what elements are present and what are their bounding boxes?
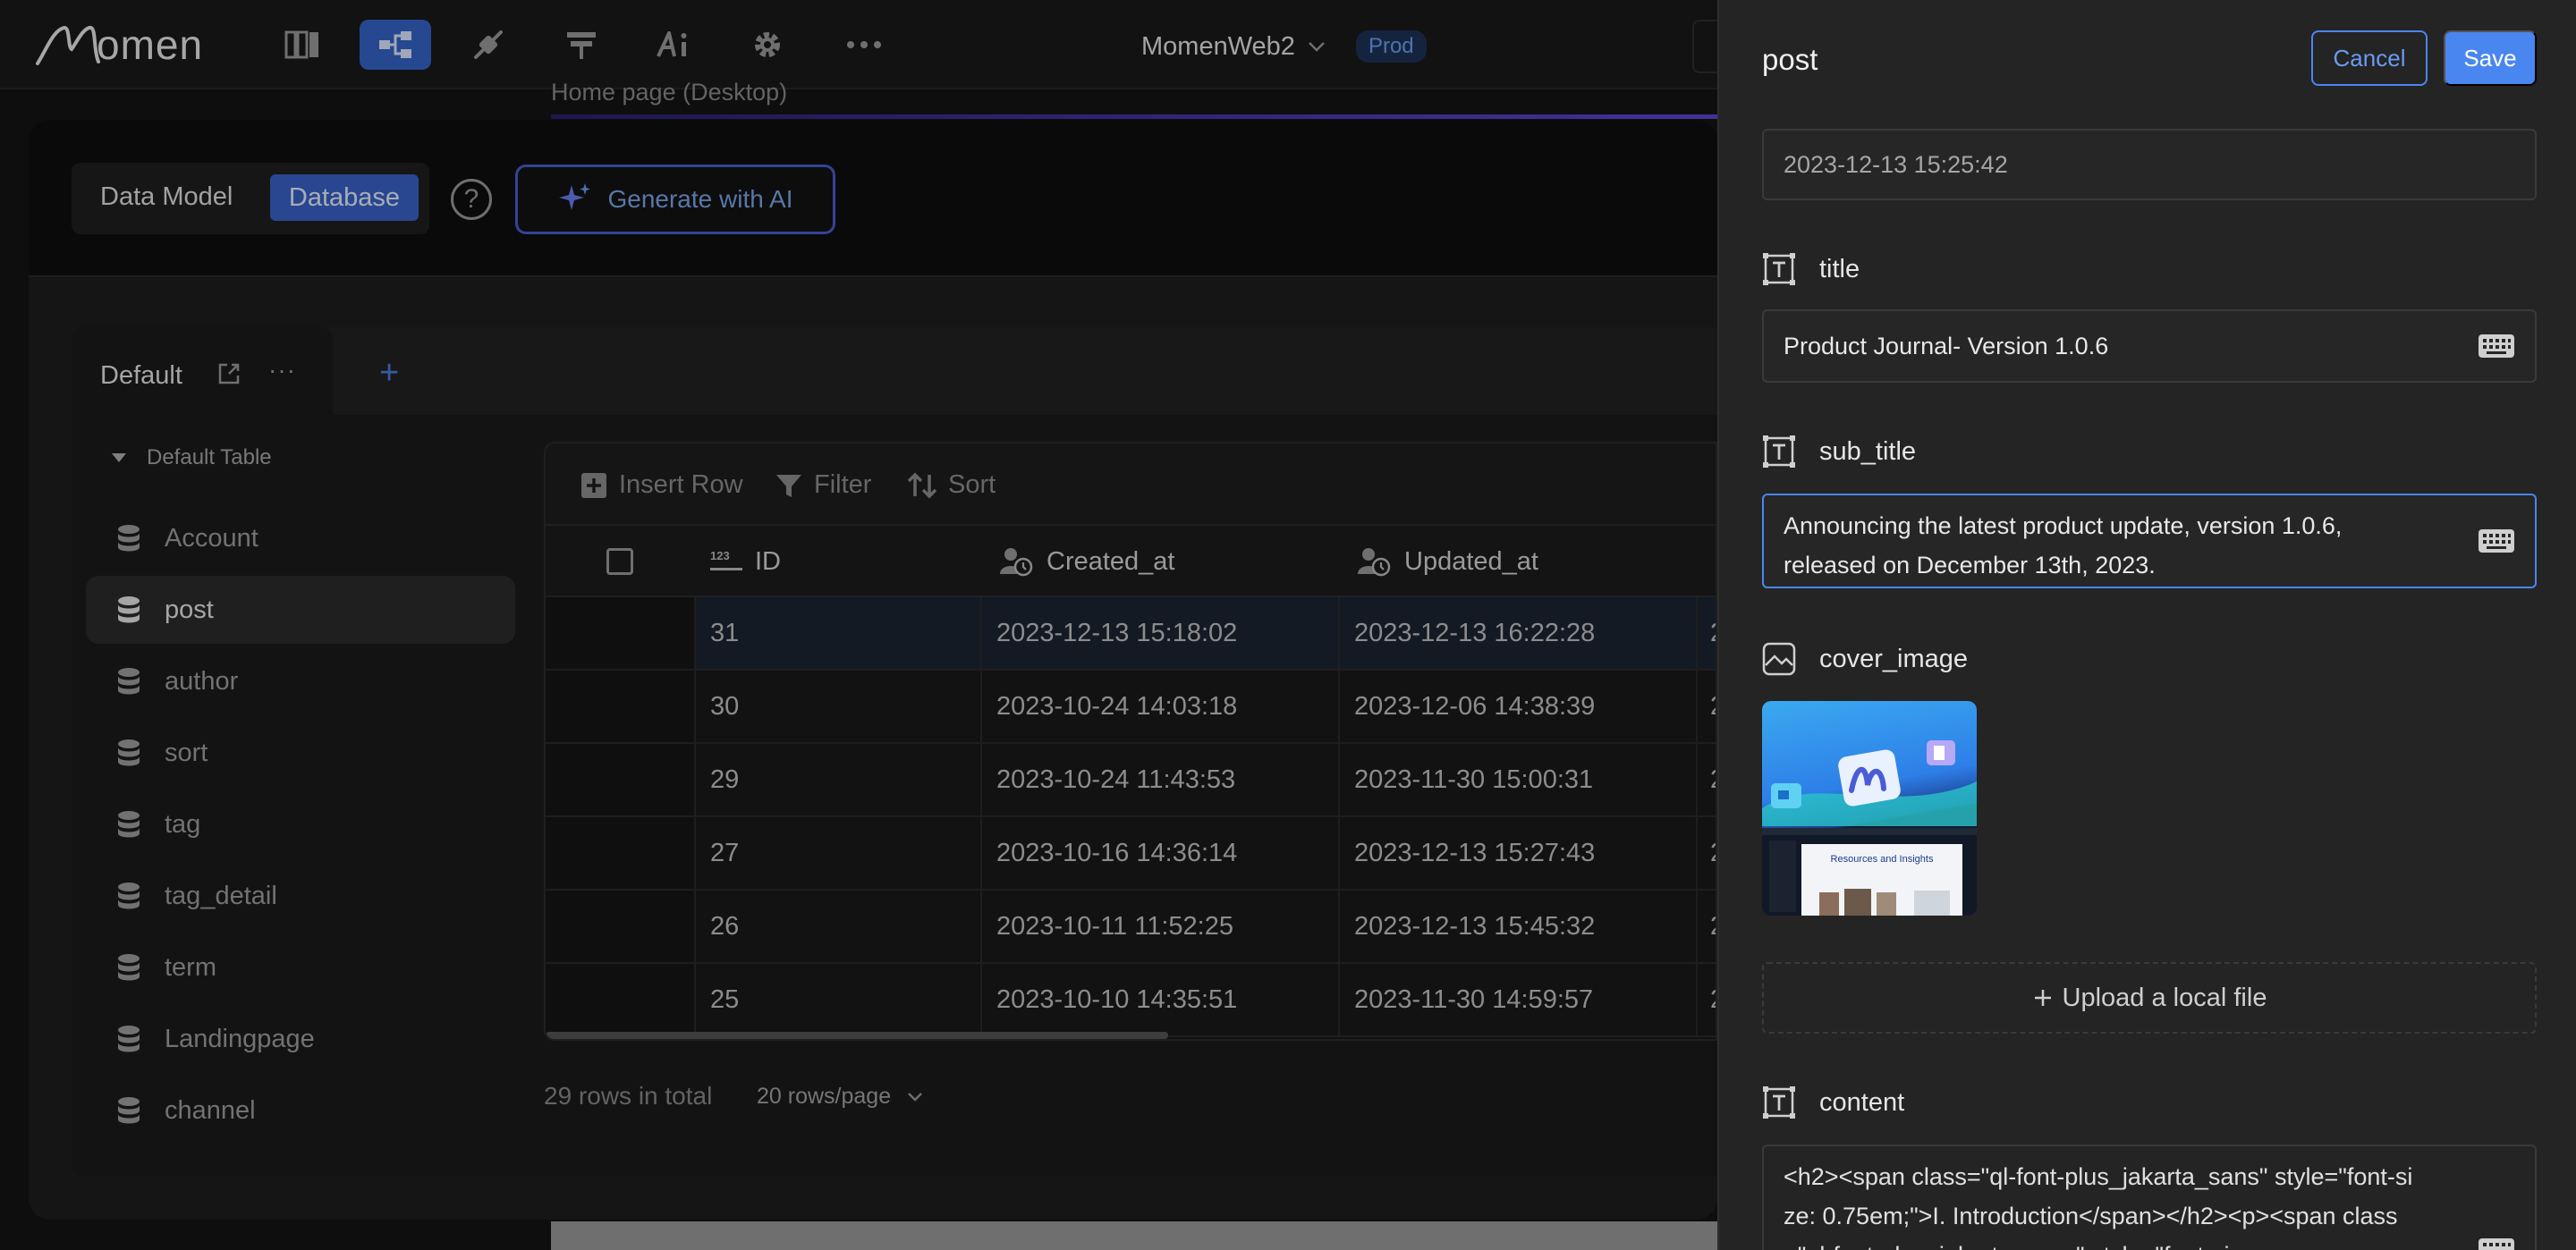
content-input-value: <h2><span class="ql-font-plus_jakarta_sa… xyxy=(1784,1163,2413,1250)
title-field-label: title xyxy=(1762,252,1860,286)
upload-local-file-button[interactable]: Upload a local file xyxy=(1762,962,2537,1034)
keyboard-icon[interactable] xyxy=(2478,1237,2515,1250)
sub-title-input-value: Announcing the latest product update, ve… xyxy=(1784,512,2343,579)
title-input[interactable]: Product Journal- Version 1.0.6 xyxy=(1762,309,2537,383)
text-type-icon xyxy=(1763,435,1795,468)
sub-title-input[interactable]: Announcing the latest product update, ve… xyxy=(1762,494,2537,588)
cancel-button[interactable]: Cancel xyxy=(2311,30,2428,86)
upload-label: Upload a local file xyxy=(2062,983,2267,1012)
content-label-text: content xyxy=(1819,1087,1905,1117)
cover-image-thumbnail[interactable]: Resources and Insights xyxy=(1762,701,1977,916)
sub-title-field-label: sub_title xyxy=(1762,435,1916,469)
content-field-label: content xyxy=(1762,1085,1904,1119)
sub-title-label-text: sub_title xyxy=(1819,436,1917,466)
title-input-value: Product Journal- Version 1.0.6 xyxy=(1784,332,2109,359)
keyboard-icon[interactable] xyxy=(2478,334,2515,359)
drawer-title: post xyxy=(1762,43,1818,76)
timestamp-field[interactable]: 2023-12-13 15:25:42 xyxy=(1762,129,2537,200)
text-type-icon xyxy=(1763,1086,1795,1119)
cover-image-field-label: cover_image xyxy=(1762,642,1968,676)
plus-icon xyxy=(2034,990,2051,1006)
keyboard-icon[interactable] xyxy=(2478,528,2515,553)
save-button[interactable]: Save xyxy=(2444,30,2537,86)
record-edit-drawer: post Cancel Save 2023-12-13 15:25:42 tit… xyxy=(1717,0,2576,1250)
modal-overlay[interactable] xyxy=(0,0,1717,1250)
text-type-icon xyxy=(1763,253,1795,285)
content-input[interactable]: <h2><span class="ql-font-plus_jakarta_sa… xyxy=(1762,1144,2537,1250)
image-type-icon xyxy=(1762,642,1796,676)
cover-caption: Resources and Insights xyxy=(1831,854,1934,865)
cover-image-label-text: cover_image xyxy=(1819,644,1969,673)
title-label-text: title xyxy=(1819,254,1860,283)
